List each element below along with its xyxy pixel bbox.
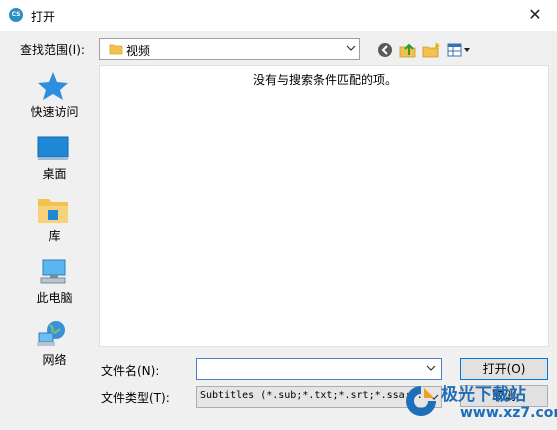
filename-input[interactable]: [196, 358, 442, 380]
computer-icon: [40, 259, 66, 284]
file-list[interactable]: 没有与搜索条件匹配的项。: [99, 65, 549, 347]
place-label: 此电脑: [36, 291, 73, 305]
filetype-select[interactable]: Subtitles (*.sub;*.txt;*.srt;*.ssa;*.: [196, 386, 442, 408]
app-icon: CS: [9, 8, 23, 22]
network-icon: [37, 321, 65, 346]
new-folder-icon[interactable]: [421, 40, 441, 60]
view-menu-icon[interactable]: [446, 40, 472, 60]
lookin-value: 视频: [126, 44, 151, 58]
filetype-label: 文件类型(T):: [101, 391, 170, 405]
back-icon[interactable]: [375, 40, 395, 60]
up-folder-icon[interactable]: [398, 40, 418, 60]
empty-message: 没有与搜索条件匹配的项。: [252, 73, 397, 87]
filetype-value: Subtitles (*.sub;*.txt;*.srt;*.ssa;*.: [200, 390, 423, 401]
filename-label: 文件名(N):: [101, 364, 160, 378]
star-icon: [38, 72, 68, 100]
cancel-button[interactable]: 取消: [460, 385, 548, 407]
place-label: 网络: [42, 353, 67, 367]
open-button[interactable]: 打开(O): [460, 358, 548, 380]
lookin-label: 查找范围(I):: [20, 43, 85, 57]
title-bar: CS 打开 ✕: [0, 0, 557, 31]
folder-icon: [109, 44, 123, 55]
chevron-down-icon: [429, 394, 439, 400]
window-title: 打开: [31, 10, 56, 24]
places-bar: 快速访问 桌面 库 此电脑 网络: [18, 67, 91, 367]
close-button[interactable]: ✕: [522, 3, 548, 27]
desktop-icon: [37, 136, 69, 160]
place-label: 快速访问: [30, 105, 79, 119]
library-icon: [38, 199, 68, 223]
place-label: 库: [48, 229, 61, 243]
chevron-down-icon[interactable]: [346, 42, 356, 54]
place-label: 桌面: [42, 167, 67, 181]
chevron-down-icon[interactable]: [426, 362, 436, 374]
